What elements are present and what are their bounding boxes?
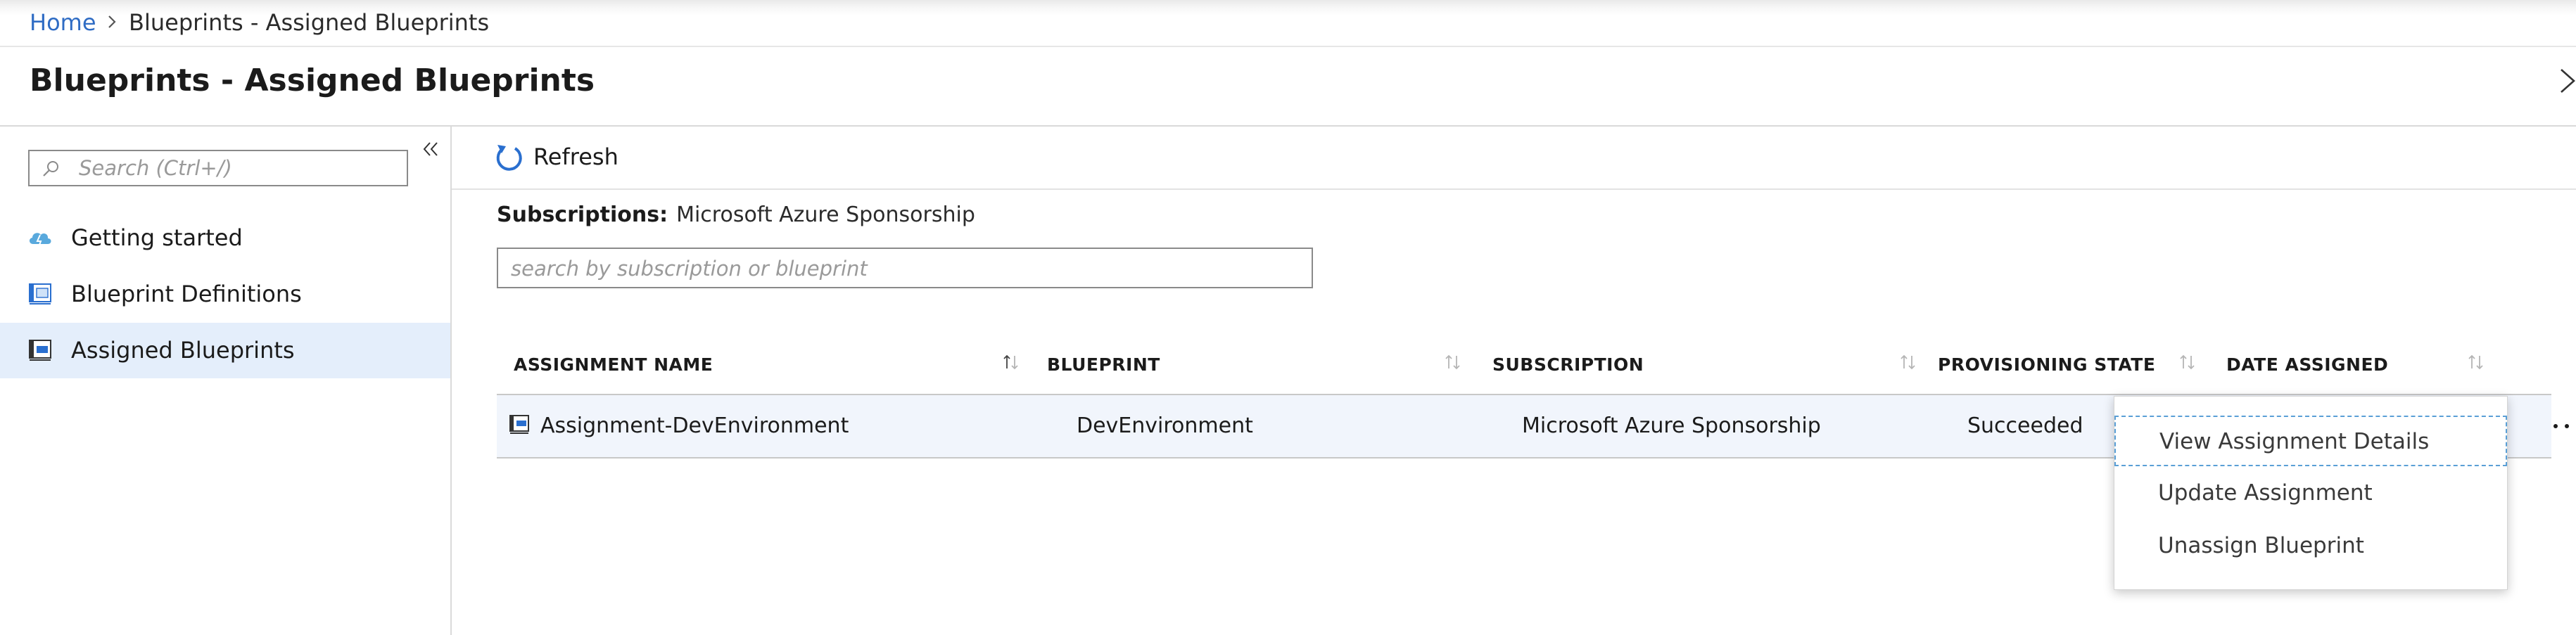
menu-item-label: View Assignment Details — [2159, 429, 2430, 454]
blueprint-definitions-icon — [29, 283, 51, 304]
sort-ascending-icon[interactable] — [1001, 352, 1022, 373]
more-actions-icon[interactable] — [2547, 411, 2576, 442]
chevron-right-icon — [108, 15, 116, 28]
subscriptions-label: Subscriptions: — [497, 203, 668, 227]
subscriptions-value[interactable]: Microsoft Azure Sponsorship — [676, 203, 975, 227]
menu-item-label: Unassign Blueprint — [2158, 533, 2364, 558]
sidebar-item-label: Assigned Blueprints — [71, 337, 295, 364]
toolbar: Refresh — [452, 127, 2576, 190]
column-header-blueprint[interactable]: BLUEPRINT — [1047, 345, 1483, 387]
search-icon — [43, 161, 58, 177]
column-header-date-assigned[interactable]: DATE ASSIGNED — [2226, 345, 2522, 387]
assigned-blueprint-icon — [29, 340, 51, 361]
column-header-label: DATE ASSIGNED — [2226, 354, 2389, 375]
sort-icon[interactable] — [2177, 352, 2198, 373]
column-header-assignment-name[interactable]: ASSIGNMENT NAME — [514, 345, 1020, 387]
sidebar-item-blueprint-definitions[interactable]: Blueprint Definitions — [0, 267, 450, 322]
sidebar-search-input[interactable] — [79, 155, 395, 181]
assigned-blueprint-icon — [509, 415, 529, 434]
cell-blueprint: DevEnvironment — [1077, 413, 1253, 438]
cell-subscription: Microsoft Azure Sponsorship — [1522, 413, 1821, 438]
column-header-label: SUBSCRIPTION — [1492, 354, 1644, 375]
refresh-label: Refresh — [533, 143, 618, 170]
column-header-label: PROVISIONING STATE — [1938, 354, 2156, 375]
subscriptions-filter: Subscriptions: Microsoft Azure Sponsorshi… — [497, 201, 975, 229]
refresh-icon — [496, 145, 522, 171]
sort-icon[interactable] — [2466, 352, 2487, 373]
cloud-icon — [29, 233, 51, 248]
sort-icon[interactable] — [1442, 352, 1464, 373]
column-header-subscription[interactable]: SUBSCRIPTION — [1492, 345, 1929, 387]
grid-search-box[interactable] — [497, 248, 1313, 288]
sidebar-item-label: Blueprint Definitions — [71, 281, 302, 307]
sidebar-item-assigned-blueprints[interactable]: Assigned Blueprints — [0, 323, 450, 378]
close-icon[interactable] — [2556, 60, 2576, 102]
column-header-label: ASSIGNMENT NAME — [514, 354, 713, 375]
menu-item-label: Update Assignment — [2158, 480, 2373, 506]
sidebar-item-label: Getting started — [71, 224, 243, 251]
menu-item-view-assignment-details[interactable]: View Assignment Details — [2114, 416, 2507, 466]
portal-window: Home Blueprints - Assigned Blueprints Bl… — [0, 0, 2576, 635]
breadcrumb: Home Blueprints - Assigned Blueprints — [0, 0, 2576, 47]
grid-search-input[interactable] — [511, 256, 1299, 281]
menu-item-update-assignment[interactable]: Update Assignment — [2114, 468, 2507, 519]
row-context-menu: View Assignment Details Update Assignmen… — [2114, 396, 2508, 590]
sort-icon[interactable] — [1898, 352, 1919, 373]
cell-assignment-name[interactable]: Assignment-DevEnvironment — [540, 412, 849, 440]
cell-provisioning-state: Succeeded — [1967, 413, 2083, 438]
column-header-provisioning-state[interactable]: PROVISIONING STATE — [1938, 345, 2219, 387]
column-header-label: BLUEPRINT — [1047, 354, 1160, 375]
page-title: Blueprints - Assigned Blueprints — [30, 63, 595, 98]
sidebar-search-box[interactable] — [28, 150, 408, 186]
breadcrumb-current: Blueprints - Assigned Blueprints — [129, 9, 490, 36]
breadcrumb-home-link[interactable]: Home — [30, 8, 96, 37]
grid-header: ASSIGNMENT NAME BLUEPRINT SUBSCRIPTION P… — [497, 338, 2551, 395]
page-header: Blueprints - Assigned Blueprints — [0, 47, 2576, 127]
collapse-sidebar-icon[interactable] — [421, 139, 440, 159]
sidebar: Getting started Blueprint Definitions As… — [0, 127, 452, 635]
menu-item-unassign-blueprint[interactable]: Unassign Blueprint — [2114, 521, 2507, 572]
sidebar-item-getting-started[interactable]: Getting started — [0, 210, 450, 266]
